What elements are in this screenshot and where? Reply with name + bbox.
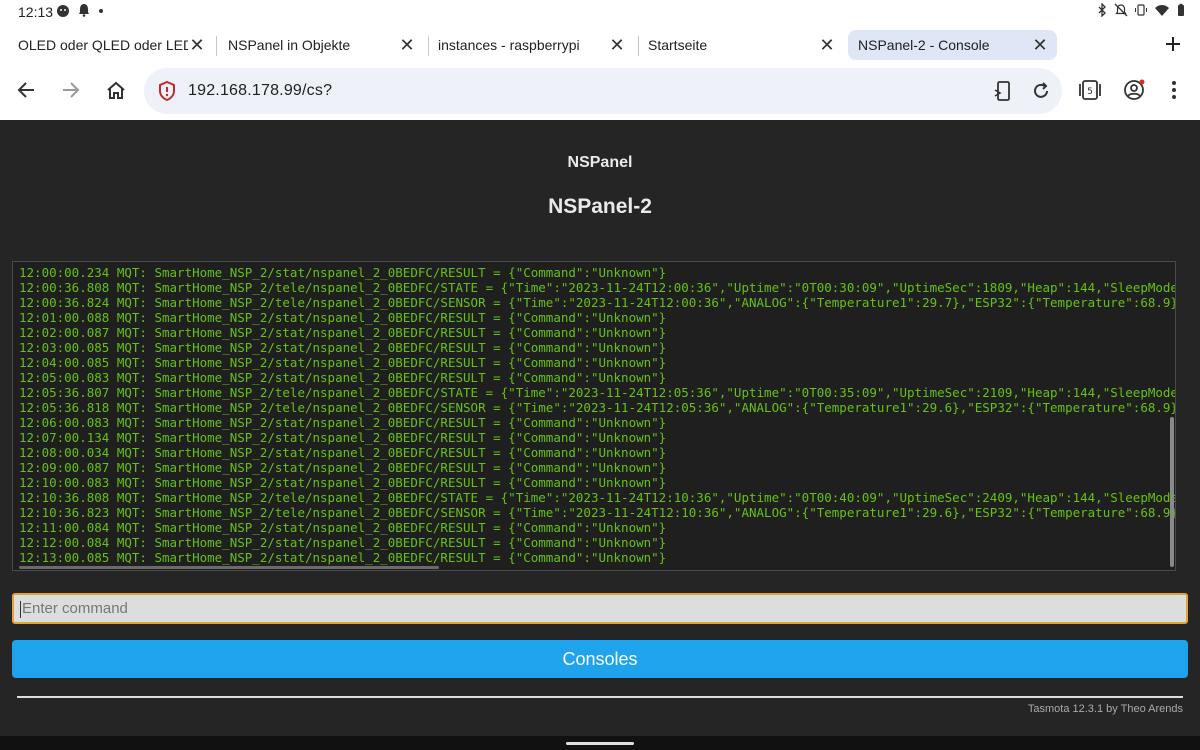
command-input[interactable]: Enter command	[12, 593, 1188, 624]
tab-startseite[interactable]: Startseite ✕	[638, 30, 844, 60]
console-line: 12:07:00.134 MQT: SmartHome_NSP_2/stat/n…	[19, 430, 667, 445]
status-bar: 12:13	[0, 0, 1200, 24]
gesture-handle[interactable]	[566, 742, 634, 745]
wifi-icon	[1155, 5, 1169, 16]
tab-label: NSPanel in Objekte	[228, 37, 351, 53]
status-time: 12:13	[18, 4, 54, 20]
footer-version[interactable]: Tasmota 12.3.1 by Theo Arends	[1028, 703, 1183, 715]
tab-switcher-icon: 5	[1079, 80, 1101, 100]
tab-strip: OLED oder QLED oder LED – ✕ NSPanel in O…	[0, 26, 1200, 64]
console-line: 12:05:00.083 MQT: SmartHome_NSP_2/stat/n…	[19, 370, 667, 385]
android-head-icon	[57, 5, 69, 17]
console-horizontal-scrollbar[interactable]	[19, 566, 439, 569]
console-line: 12:06:00.083 MQT: SmartHome_NSP_2/stat/n…	[19, 415, 667, 430]
reload-button[interactable]	[1028, 78, 1054, 104]
footer-divider	[17, 696, 1183, 698]
tab-oled[interactable]: OLED oder QLED oder LED – ✕	[8, 30, 214, 60]
console-line: 12:03:00.085 MQT: SmartHome_NSP_2/stat/n…	[19, 340, 667, 355]
console-line: 12:00:36.824 MQT: SmartHome_NSP_2/tele/n…	[19, 295, 1176, 310]
console-line: 12:05:36.807 MQT: SmartHome_NSP_2/tele/n…	[19, 385, 1176, 400]
account-icon	[1124, 79, 1145, 100]
home-button[interactable]	[102, 76, 130, 104]
mobile-install-icon	[994, 81, 1010, 101]
plus-icon	[1166, 37, 1180, 51]
tab-count: 5	[1087, 87, 1093, 97]
console-line: 12:00:00.234 MQT: SmartHome_NSP_2/stat/n…	[19, 265, 667, 280]
console-vertical-scrollbar[interactable]	[1170, 417, 1174, 567]
mute-icon	[1114, 3, 1128, 17]
tab-nspanel-console[interactable]: NSPanel-2 - Console ✕	[848, 30, 1057, 60]
console-line: 12:09:00.087 MQT: SmartHome_NSP_2/stat/n…	[19, 460, 667, 475]
tab-label: Startseite	[648, 37, 708, 53]
menu-button[interactable]	[1160, 76, 1188, 104]
module-name: NSPanel	[567, 154, 633, 171]
back-button[interactable]	[12, 76, 40, 104]
bluetooth-icon	[1098, 3, 1106, 17]
console-line: 12:05:36.818 MQT: SmartHome_NSP_2/tele/n…	[19, 400, 1176, 415]
home-icon	[107, 81, 125, 99]
reload-icon	[1034, 82, 1048, 98]
tab-label: NSPanel-2 - Console	[858, 37, 990, 53]
device-name: NSPanel-2	[548, 195, 652, 218]
forward-button[interactable]	[57, 76, 85, 104]
command-placeholder: Enter command	[22, 600, 128, 617]
console-line: 12:10:36.823 MQT: SmartHome_NSP_2/tele/n…	[19, 505, 1176, 520]
account-button[interactable]	[1120, 76, 1148, 104]
console-lines: 12:00:00.234 MQT: SmartHome_NSP_2/stat/n…	[19, 265, 1176, 565]
console-line: 12:12:00.084 MQT: SmartHome_NSP_2/stat/n…	[19, 535, 667, 550]
close-icon[interactable]: ✕	[818, 36, 836, 54]
dot-icon	[99, 9, 103, 13]
console-line: 12:10:00.083 MQT: SmartHome_NSP_2/stat/n…	[19, 475, 667, 490]
console-line: 12:10:36.808 MQT: SmartHome_NSP_2/tele/n…	[19, 490, 1176, 505]
console-log[interactable]: 12:00:00.234 MQT: SmartHome_NSP_2/stat/n…	[12, 261, 1176, 571]
close-icon[interactable]: ✕	[608, 36, 626, 54]
address-bar[interactable]: 192.168.178.99/cs?	[144, 68, 1062, 114]
tab-switcher-button[interactable]: 5	[1076, 76, 1104, 104]
console-line: 12:01:00.088 MQT: SmartHome_NSP_2/stat/n…	[19, 310, 667, 325]
more-vert-icon	[1172, 81, 1176, 99]
arrow-left-icon	[17, 82, 34, 98]
text-caret	[20, 600, 21, 618]
console-line: 12:02:00.087 MQT: SmartHome_NSP_2/stat/n…	[19, 325, 667, 340]
tab-divider	[216, 36, 217, 56]
url-text[interactable]: 192.168.178.99/cs?	[188, 82, 332, 100]
new-tab-button[interactable]	[1160, 32, 1186, 58]
notification-bell-icon	[79, 4, 89, 17]
reader-mode-button[interactable]	[990, 78, 1016, 104]
console-line: 12:00:36.808 MQT: SmartHome_NSP_2/tele/n…	[19, 280, 1176, 295]
tab-instances[interactable]: instances - raspberrypi ✕	[428, 30, 634, 60]
not-secure-shield-icon[interactable]	[156, 80, 178, 102]
console-line: 12:04:00.085 MQT: SmartHome_NSP_2/stat/n…	[19, 355, 667, 370]
console-line: 12:08:00.034 MQT: SmartHome_NSP_2/stat/n…	[19, 445, 667, 460]
console-line: 12:13:00.085 MQT: SmartHome_NSP_2/stat/n…	[19, 550, 667, 565]
browser-toolbar: 192.168.178.99/cs? 5	[0, 64, 1200, 120]
close-icon[interactable]: ✕	[398, 36, 416, 54]
close-icon[interactable]: ✕	[188, 36, 206, 54]
battery-icon	[1178, 3, 1184, 16]
system-nav-bar	[0, 736, 1200, 750]
tab-label: OLED oder QLED oder LED –	[18, 37, 188, 53]
tasmota-console-page: NSPanel NSPanel-2 12:00:00.234 MQT: Smar…	[0, 120, 1200, 736]
vibrate-icon	[1135, 4, 1147, 16]
consoles-button[interactable]: Consoles	[12, 640, 1188, 678]
tab-label: instances - raspberrypi	[438, 37, 580, 53]
status-icons-right	[1096, 3, 1186, 17]
close-icon[interactable]: ✕	[1031, 36, 1049, 54]
console-line: 12:11:00.084 MQT: SmartHome_NSP_2/stat/n…	[19, 520, 667, 535]
status-icons-left	[56, 3, 104, 17]
tab-nspanel-objekte[interactable]: NSPanel in Objekte ✕	[218, 30, 424, 60]
arrow-right-icon	[63, 82, 80, 98]
